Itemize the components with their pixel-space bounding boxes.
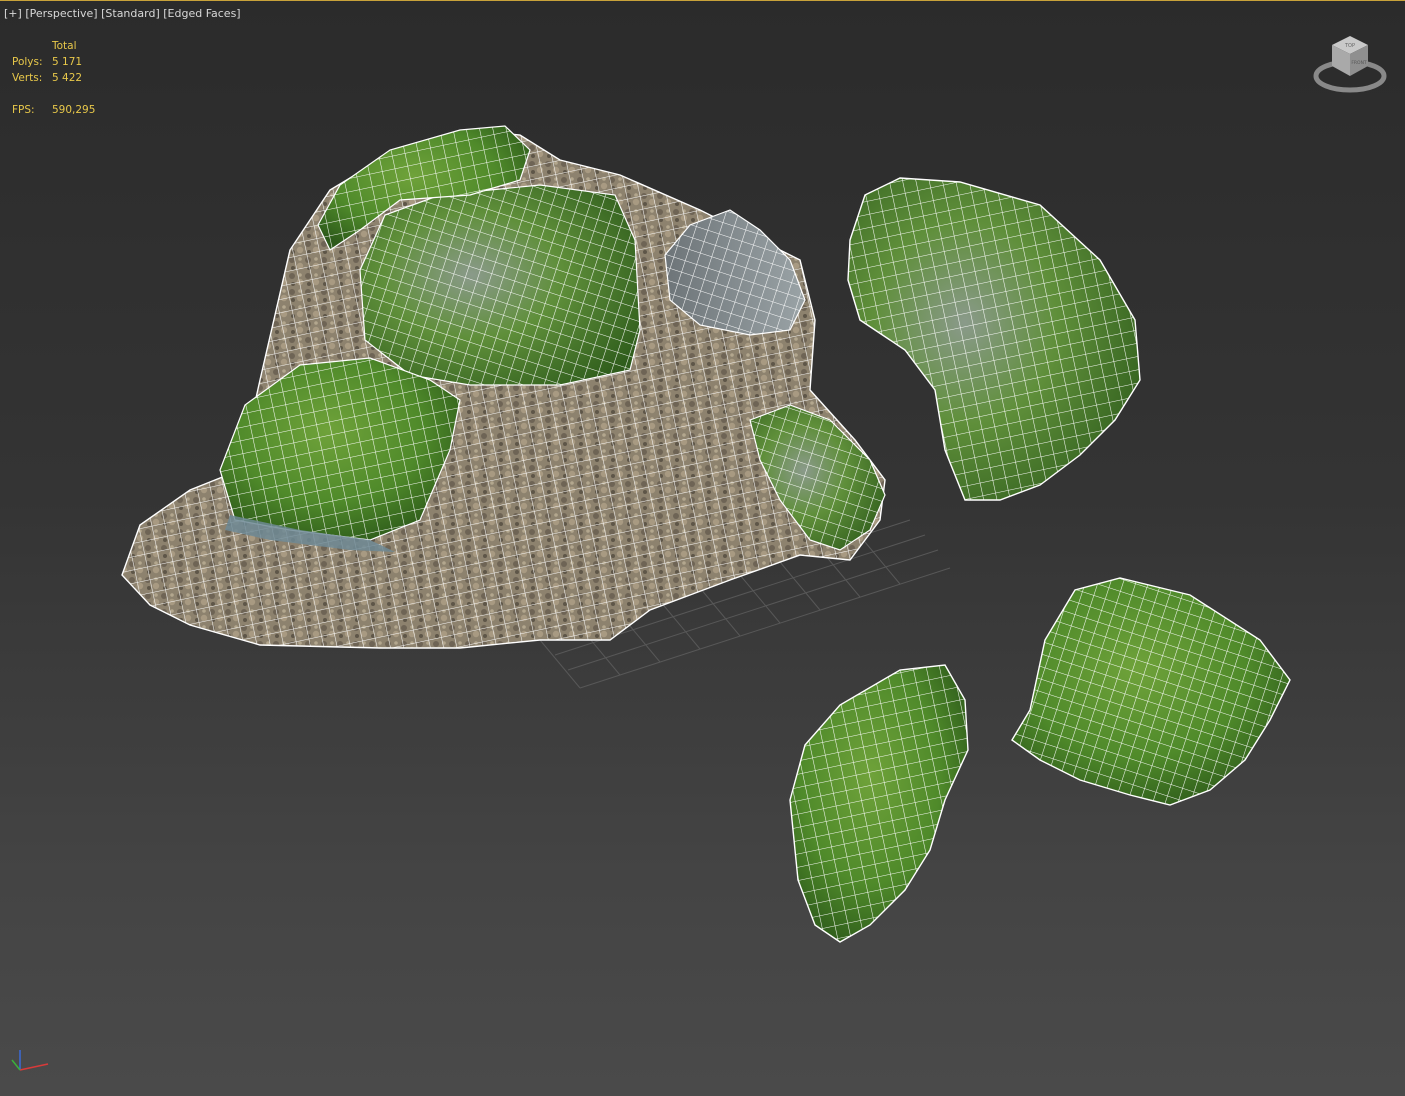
mossy-rock-1-mesh[interactable] [847, 177, 1141, 501]
viewcube-top-label[interactable]: TOP [1344, 43, 1355, 49]
viewcube-front-label[interactable]: FRONT [1351, 60, 1367, 66]
mossy-rock-3-mesh[interactable] [789, 664, 969, 943]
axis-tripod-icon [11, 1050, 49, 1071]
rock-cluster-mesh[interactable] [121, 125, 886, 649]
viewcube-icon[interactable]: TOP FRONT [1310, 32, 1390, 98]
viewport-scene[interactable] [0, 0, 1405, 1096]
mossy-rock-2-mesh[interactable] [1011, 577, 1291, 806]
